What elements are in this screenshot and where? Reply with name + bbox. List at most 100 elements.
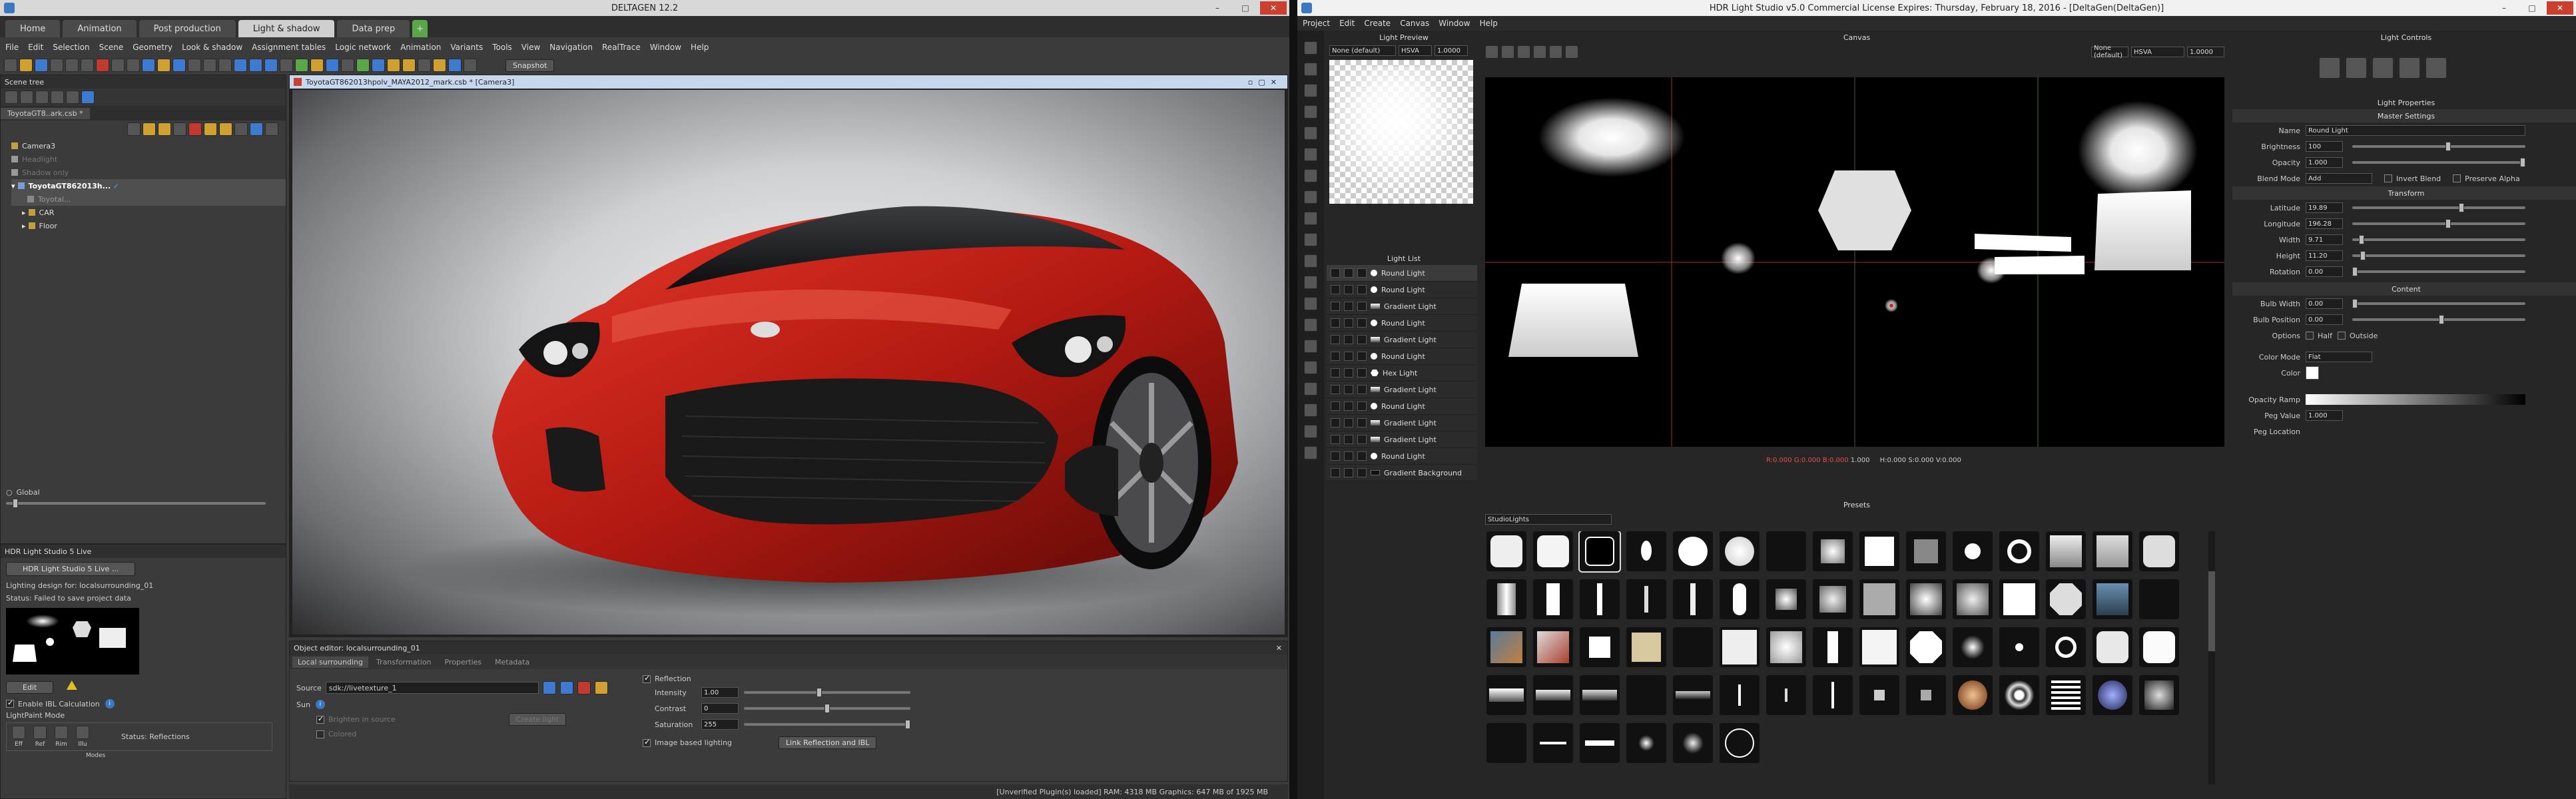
lock-icon[interactable] xyxy=(1357,335,1367,344)
bulb-position-input[interactable]: 0.00 xyxy=(2306,314,2343,325)
menu-canvas[interactable]: Canvas xyxy=(1400,19,1429,28)
expand-arrow-icon[interactable]: ▸ xyxy=(22,222,26,230)
global-slider-handle[interactable] xyxy=(13,499,18,508)
snapshot-button[interactable]: Snapshot xyxy=(505,59,555,72)
preset-soft-box[interactable] xyxy=(1533,531,1573,571)
lock-icon[interactable] xyxy=(1357,468,1367,477)
raytrace-icon[interactable] xyxy=(418,59,431,72)
lock-icon[interactable] xyxy=(1357,268,1367,278)
create-light-button[interactable]: Create light xyxy=(508,713,567,726)
info-icon[interactable]: i xyxy=(105,699,115,708)
solo-icon[interactable] xyxy=(1344,451,1353,461)
menu-create[interactable]: Create xyxy=(1364,19,1391,28)
crop-tool-icon[interactable] xyxy=(1304,340,1317,353)
tab-home[interactable]: Home xyxy=(5,20,61,37)
intensity-input[interactable]: 1.00 xyxy=(701,687,739,698)
light-row[interactable]: Gradient Light xyxy=(1327,298,1477,315)
solo-icon[interactable] xyxy=(1344,401,1353,411)
preset-small-square[interactable] xyxy=(1859,675,1899,715)
preset-glow-dot[interactable] xyxy=(1626,723,1666,763)
opacity-ramp[interactable] xyxy=(2306,394,2525,405)
color-swatch[interactable] xyxy=(2306,366,2319,380)
tab-animation[interactable]: Animation xyxy=(63,20,137,37)
mode-ref[interactable]: Ref xyxy=(31,726,49,748)
preset-soft-strip[interactable] xyxy=(1813,579,1853,619)
preset-horizon[interactable] xyxy=(1673,675,1713,715)
half-checkbox[interactable] xyxy=(2306,332,2314,340)
material-filter-icon[interactable] xyxy=(158,123,171,136)
menu-help[interactable]: Help xyxy=(691,43,709,52)
preset-soft-square[interactable] xyxy=(1766,627,1806,667)
select-icon[interactable] xyxy=(142,59,155,72)
move-mode-icon[interactable] xyxy=(2346,57,2367,79)
settings-filter-icon[interactable] xyxy=(265,123,278,136)
menu-logic-network[interactable]: Logic network xyxy=(335,43,391,52)
canvas-select-icon[interactable] xyxy=(1485,45,1498,59)
preset-strip[interactable] xyxy=(1580,579,1620,619)
outside-checkbox[interactable] xyxy=(2337,332,2346,340)
tab-local-surrounding[interactable]: Local surrounding xyxy=(292,656,368,668)
longitude-slider-handle[interactable] xyxy=(2445,219,2451,228)
bulb-width-slider[interactable] xyxy=(2352,299,2525,308)
menu-edit[interactable]: Edit xyxy=(28,43,43,52)
visibility-icon[interactable] xyxy=(1331,451,1340,461)
light-row[interactable]: Round Light xyxy=(1327,315,1477,332)
preset-line[interactable] xyxy=(1580,723,1620,763)
mode-eff[interactable]: Eff xyxy=(9,726,28,748)
sun-tool-icon[interactable] xyxy=(1304,190,1317,204)
scale-icon[interactable] xyxy=(264,59,278,72)
preset-octagon[interactable] xyxy=(2046,579,2086,619)
visibility-icon[interactable] xyxy=(127,123,141,136)
preset-circle-outline[interactable] xyxy=(1720,723,1760,763)
select-tool-icon[interactable] xyxy=(1304,41,1317,55)
presets-category-select[interactable]: StudioLights xyxy=(1485,514,1612,525)
environment-icon[interactable] xyxy=(326,59,339,72)
preset-spot[interactable] xyxy=(1626,531,1666,571)
solo-icon[interactable] xyxy=(1344,335,1353,344)
rotation-slider-handle[interactable] xyxy=(2352,267,2358,276)
contrast-slider-handle[interactable] xyxy=(824,704,830,713)
move-tool-icon[interactable] xyxy=(1304,127,1317,140)
menu-help[interactable]: Help xyxy=(1480,19,1498,28)
visibility-icon[interactable] xyxy=(1331,468,1340,477)
edit-button[interactable]: Edit xyxy=(6,681,54,694)
preset-big-square[interactable] xyxy=(1720,627,1760,667)
lock-icon[interactable] xyxy=(1357,352,1367,361)
tree-item-headlight[interactable]: Headlight xyxy=(11,152,286,166)
preset-strip[interactable] xyxy=(1673,579,1713,619)
expand-icon[interactable] xyxy=(5,91,18,104)
preset-gradient[interactable] xyxy=(2046,531,2086,571)
brush-tool-icon[interactable] xyxy=(1304,105,1317,119)
preset-octagon[interactable] xyxy=(1906,627,1946,667)
lock-icon[interactable] xyxy=(1357,385,1367,394)
export-tool-icon[interactable] xyxy=(1304,382,1317,396)
wireframe-icon[interactable] xyxy=(218,59,232,72)
contrast-input[interactable]: 0 xyxy=(701,703,739,714)
longitude-input[interactable]: 196.28 xyxy=(2306,218,2343,229)
star-filter-icon[interactable] xyxy=(219,123,232,136)
solo-icon[interactable] xyxy=(1344,302,1353,311)
tool-icon[interactable] xyxy=(594,681,608,694)
preset-big-square[interactable] xyxy=(1859,627,1899,667)
lock-icon[interactable] xyxy=(1357,401,1367,411)
preset-square-small[interactable] xyxy=(1580,627,1620,667)
grid-icon[interactable] xyxy=(203,59,216,72)
light-row[interactable]: Gradient Light xyxy=(1327,332,1477,348)
saturation-slider-handle[interactable] xyxy=(905,720,910,729)
sun-icon[interactable] xyxy=(402,59,416,72)
preset-strip[interactable] xyxy=(1626,579,1666,619)
transform-header[interactable]: Transform xyxy=(2232,186,2576,200)
search-icon[interactable] xyxy=(51,91,64,104)
monitor-tool-icon[interactable] xyxy=(1304,425,1317,438)
redo-icon[interactable] xyxy=(127,59,140,72)
sun-mode-icon[interactable] xyxy=(2425,57,2447,79)
preset-horizon[interactable] xyxy=(1533,675,1573,715)
tab-post-production[interactable]: Post production xyxy=(139,20,236,37)
menu-window[interactable]: Window xyxy=(650,43,681,52)
render-tool-icon[interactable] xyxy=(1304,403,1317,417)
animation-icon[interactable] xyxy=(372,59,385,72)
preset-horizon[interactable] xyxy=(1580,675,1620,715)
visibility-icon[interactable] xyxy=(1331,435,1340,444)
delete-tool-icon[interactable] xyxy=(1304,297,1317,310)
colored-checkbox[interactable] xyxy=(316,730,324,738)
